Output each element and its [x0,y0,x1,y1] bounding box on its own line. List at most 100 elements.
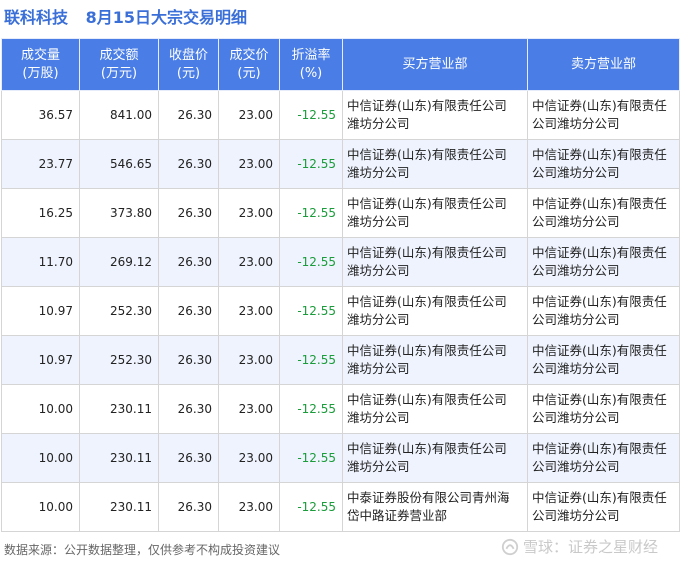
table-cell: 23.00 [218,433,280,483]
column-header-unit: (万股) [22,65,59,81]
table-row: 11.70 269.12 26.30 23.00 -12.55 中信证券(山东)有限责任公… [1,237,680,287]
stock-name: 联科科技 [4,8,69,27]
table-cell: 841.00 [79,90,159,140]
column-header-unit: (万元) [100,65,138,81]
table-cell: 26.30 [158,237,219,287]
table-cell: 中信证券(山东)有限责任公司潍坊分公司 [342,384,528,434]
table-cell: 10.97 [1,335,80,385]
table-cell: 26.30 [158,335,219,385]
table-cell: 269.12 [79,237,159,287]
table-cell: 373.80 [79,188,159,238]
table-cell: -12.55 [279,90,343,140]
table-cell: 252.30 [79,335,159,385]
table-cell: 11.70 [1,237,80,287]
table-cell: -12.55 [279,237,343,287]
table-cell: 23.00 [218,90,280,140]
column-header: 卖方营业部 [527,38,680,91]
data-source-note: 数据来源：公开数据整理，仅供参考不构成投资建议 [4,543,281,557]
table-cell: 中信证券(山东)有限责任公司潍坊分公司 [342,188,528,238]
column-header-unit: (%) [299,65,323,81]
table-cell: 中信证券(山东)有限责任公司潍坊分公司 [527,482,680,532]
table-cell: -12.55 [279,433,343,483]
column-header: 买方营业部 [342,38,528,91]
table-cell: -12.55 [279,286,343,336]
column-header-label: 成交量 [20,47,60,63]
table-cell: 中信证券(山东)有限责任公司潍坊分公司 [342,335,528,385]
column-header-unit: (元) [237,65,261,81]
column-header-label: 成交价 [229,47,269,63]
column-header: 收盘价 (元) [158,38,219,91]
page-title: 联科科技 8月15日大宗交易明细 [4,4,247,32]
table-cell: 26.30 [158,188,219,238]
snowball-logo-icon [501,538,519,555]
table-body: 36.57 841.00 26.30 23.00 -12.55 中信证券(山东)有限责任公… [1,90,680,532]
table-row: 16.25 373.80 26.30 23.00 -12.55 中信证券(山东)有限责任公… [1,188,680,238]
brand-mark: 雪球：证券之星财经 [501,536,658,557]
table-cell: 中信证券(山东)有限责任公司潍坊分公司 [527,384,680,434]
table-row: 10.97 252.30 26.30 23.00 -12.55 中信证券(山东)有限责任公… [1,286,680,336]
table-cell: 中信证券(山东)有限责任公司潍坊分公司 [527,237,680,287]
table-cell: 中信证券(山东)有限责任公司潍坊分公司 [342,286,528,336]
table-cell: 中信证券(山东)有限责任公司潍坊分公司 [342,433,528,483]
table-cell: 23.00 [218,384,280,434]
table-cell: 26.30 [158,482,219,532]
column-header-label: 卖方营业部 [570,56,636,72]
table-cell: 23.00 [218,237,280,287]
table-cell: 中信证券(山东)有限责任公司潍坊分公司 [342,237,528,287]
table-cell: 中信证券(山东)有限责任公司潍坊分公司 [527,286,680,336]
table-cell: 26.30 [158,139,219,189]
table-cell: 230.11 [79,482,159,532]
table-cell: 23.00 [218,482,280,532]
table-row: 23.77 546.65 26.30 23.00 -12.55 中信证券(山东)有限责任公… [1,139,680,189]
column-header-label: 买方营业部 [402,56,468,72]
column-header: 成交量 (万股) [1,38,80,91]
column-header-label: 收盘价 [168,47,208,63]
table-row: 10.00 230.11 26.30 23.00 -12.55 中信证券(山东)有限责任公… [1,433,680,483]
table-row: 36.57 841.00 26.30 23.00 -12.55 中信证券(山东)有限责任公… [1,90,680,140]
table-cell: 中信证券(山东)有限责任公司潍坊分公司 [527,335,680,385]
table-cell: 23.00 [218,335,280,385]
table-cell: -12.55 [279,384,343,434]
table-cell: 中信证券(山东)有限责任公司潍坊分公司 [342,139,528,189]
table-cell: 10.00 [1,433,80,483]
table-cell: 36.57 [1,90,80,140]
table-cell: 中信证券(山东)有限责任公司潍坊分公司 [527,90,680,140]
table-cell: 中信证券(山东)有限责任公司潍坊分公司 [527,188,680,238]
table-cell: 23.00 [218,286,280,336]
table-cell: 10.97 [1,286,80,336]
table-cell: 252.30 [79,286,159,336]
table-cell: 10.00 [1,384,80,434]
table-cell: 26.30 [158,433,219,483]
brand-text: 雪球：证券之星财经 [522,538,658,556]
table-row: 10.00 230.11 26.30 23.00 -12.55 中泰证券股份有限公司青州海… [1,482,680,532]
column-header-unit: (元) [176,65,201,81]
table-cell: 26.30 [158,90,219,140]
table-subject: 8月15日大宗交易明细 [85,8,247,27]
table-cell: -12.55 [279,482,343,532]
column-header: 成交价 (元) [218,38,280,91]
table-cell: -12.55 [279,335,343,385]
block-trade-table: 成交量 (万股) 成交额 (万元) 收盘价 (元) 成交价 (元) 折溢率 (%) 买方营业部 卖方营… [1,38,680,532]
table-header-row: 成交量 (万股) 成交额 (万元) 收盘价 (元) 成交价 (元) 折溢率 (%) 买方营业部 卖方营… [1,38,680,91]
table-cell: -12.55 [279,188,343,238]
table-cell: 中泰证券股份有限公司青州海岱中路证券营业部 [342,482,528,532]
table-cell: 26.30 [158,286,219,336]
table-cell: 26.30 [158,384,219,434]
column-header-label: 折溢率 [291,47,331,63]
column-header: 折溢率 (%) [279,38,343,91]
table-cell: 16.25 [1,188,80,238]
table-cell: 546.65 [79,139,159,189]
table-cell: 23.00 [218,188,280,238]
column-header: 成交额 (万元) [79,38,159,91]
column-header-label: 成交额 [99,47,139,63]
table-row: 10.00 230.11 26.30 23.00 -12.55 中信证券(山东)有限责任公… [1,384,680,434]
table-cell: 中信证券(山东)有限责任公司潍坊分公司 [527,139,680,189]
table-cell: 23.00 [218,139,280,189]
table-cell: 230.11 [79,433,159,483]
table-cell: 23.77 [1,139,80,189]
table-cell: 230.11 [79,384,159,434]
table-row: 10.97 252.30 26.30 23.00 -12.55 中信证券(山东)有限责任公… [1,335,680,385]
table-cell: -12.55 [279,139,343,189]
table-cell: 中信证券(山东)有限责任公司潍坊分公司 [527,433,680,483]
table-cell: 10.00 [1,482,80,532]
